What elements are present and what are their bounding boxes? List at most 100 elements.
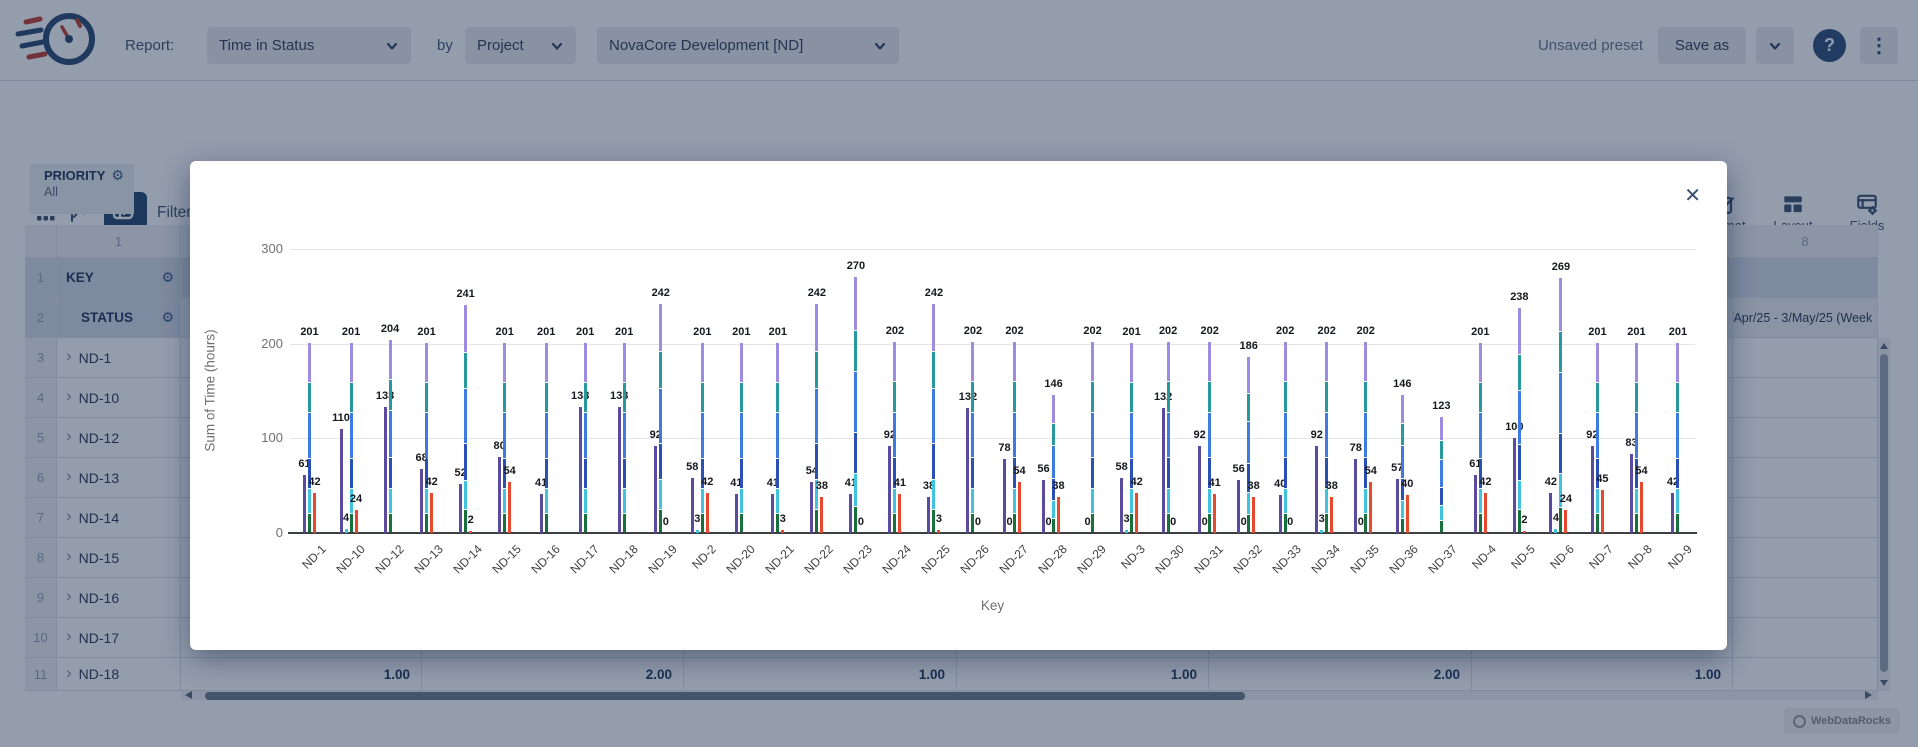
bar-value-label: 0 xyxy=(1073,516,1103,528)
bar-segment xyxy=(389,458,392,488)
bar-segment xyxy=(1635,343,1638,382)
gridline xyxy=(290,438,1695,439)
bar xyxy=(1523,531,1526,533)
bar xyxy=(469,531,472,533)
bar-chart: Sum of Time (hours)01002003006120142ND-1… xyxy=(190,161,1727,650)
bar-segment xyxy=(1364,413,1367,458)
bar-value-label: 83 xyxy=(1616,437,1646,449)
bar xyxy=(937,530,940,533)
bar-segment xyxy=(1247,357,1250,393)
bar-segment xyxy=(1635,413,1638,458)
bar-segment xyxy=(1635,383,1638,412)
bar-segment xyxy=(815,389,818,443)
bar-segment xyxy=(1479,489,1482,513)
bar-segment xyxy=(1676,489,1679,513)
bar-segment xyxy=(776,383,779,412)
bar-value-label: 3 xyxy=(768,513,798,525)
bar-segment xyxy=(623,383,626,412)
bar-value-label: 24 xyxy=(1551,493,1581,505)
bar-segment xyxy=(1247,493,1250,515)
bar-segment xyxy=(740,383,743,412)
bar-segment xyxy=(1167,413,1170,458)
bar-value-label: 38 xyxy=(807,480,837,492)
bar-segment xyxy=(464,389,467,443)
bar-value-label: 92 xyxy=(875,429,905,441)
bar-value-label: 24 xyxy=(341,493,371,505)
bar-value-label: 201 xyxy=(412,326,442,338)
bar xyxy=(384,407,387,533)
bar-segment xyxy=(854,277,857,330)
bar-segment xyxy=(1208,342,1211,381)
bar xyxy=(1320,530,1323,533)
bar-segment xyxy=(503,383,506,412)
bar-value-label: 202 xyxy=(1153,325,1183,337)
bar-segment xyxy=(1635,489,1638,513)
bar-segment xyxy=(893,342,896,381)
bar-segment xyxy=(425,383,428,412)
bar-value-label: 41 xyxy=(885,477,915,489)
bar-value-label: 2 xyxy=(456,514,486,526)
bar-segment xyxy=(389,489,392,513)
bar xyxy=(1057,497,1060,533)
bar-segment xyxy=(1440,441,1443,459)
bar-segment xyxy=(389,411,392,456)
bar-value-label: 38 xyxy=(914,480,944,492)
bar-segment xyxy=(1208,514,1211,532)
bar-value-label: 41 xyxy=(758,477,788,489)
bar-segment xyxy=(1013,342,1016,381)
bar-segment xyxy=(1676,343,1679,382)
bar-segment xyxy=(1284,413,1287,458)
bar-value-label: 92 xyxy=(1577,429,1607,441)
bar xyxy=(735,494,738,533)
bar-segment xyxy=(815,304,818,351)
bar-segment xyxy=(1167,382,1170,412)
bar-segment xyxy=(1559,434,1562,474)
bar-segment xyxy=(623,459,626,488)
bar-value-label: 201 xyxy=(1465,326,1495,338)
bar-value-label: 201 xyxy=(295,326,325,338)
bar-segment xyxy=(1013,413,1016,458)
bar-segment xyxy=(1130,413,1133,458)
y-tick-label: 0 xyxy=(243,525,283,540)
bar-segment xyxy=(1325,489,1328,513)
bar-segment xyxy=(1247,422,1250,463)
bar-segment xyxy=(1130,343,1133,382)
bar-segment xyxy=(932,352,935,388)
bar xyxy=(898,494,901,533)
bar-value-label: 54 xyxy=(495,465,525,477)
bar-value-label: 42 xyxy=(300,476,330,488)
bar-segment xyxy=(350,413,353,458)
bar-segment xyxy=(1208,413,1211,458)
bar-segment xyxy=(1596,489,1599,513)
bar-segment xyxy=(1401,501,1404,518)
bar-segment xyxy=(1091,413,1094,458)
bar-segment xyxy=(1325,382,1328,412)
bar-segment xyxy=(971,458,974,488)
bar xyxy=(540,494,543,533)
bar-segment xyxy=(1364,489,1367,513)
bar-value-label: 133 xyxy=(565,390,595,402)
bar-value-label: 42 xyxy=(1658,476,1688,488)
bar-segment xyxy=(389,340,392,380)
bar-value-label: 42 xyxy=(417,476,447,488)
bar-segment xyxy=(932,304,935,351)
gridline xyxy=(290,344,1695,345)
bar-segment xyxy=(545,413,548,458)
bar-segment xyxy=(1440,460,1443,487)
bar-segment xyxy=(425,514,428,532)
bar-segment xyxy=(1284,382,1287,412)
bar-segment xyxy=(623,343,626,382)
bar-segment xyxy=(1167,342,1170,381)
bar-value-label: 202 xyxy=(880,325,910,337)
bar xyxy=(1640,482,1643,533)
bar-value-label: 0 xyxy=(1275,516,1305,528)
bar-segment xyxy=(1167,489,1170,513)
bar-segment xyxy=(776,459,779,488)
bar-segment xyxy=(1052,424,1055,445)
bar-segment xyxy=(701,489,704,513)
bar-segment xyxy=(1676,413,1679,458)
bar-value-label: 132 xyxy=(1148,391,1178,403)
bar-value-label: 201 xyxy=(687,326,717,338)
bar xyxy=(1162,408,1165,533)
bar-segment xyxy=(1130,489,1133,513)
